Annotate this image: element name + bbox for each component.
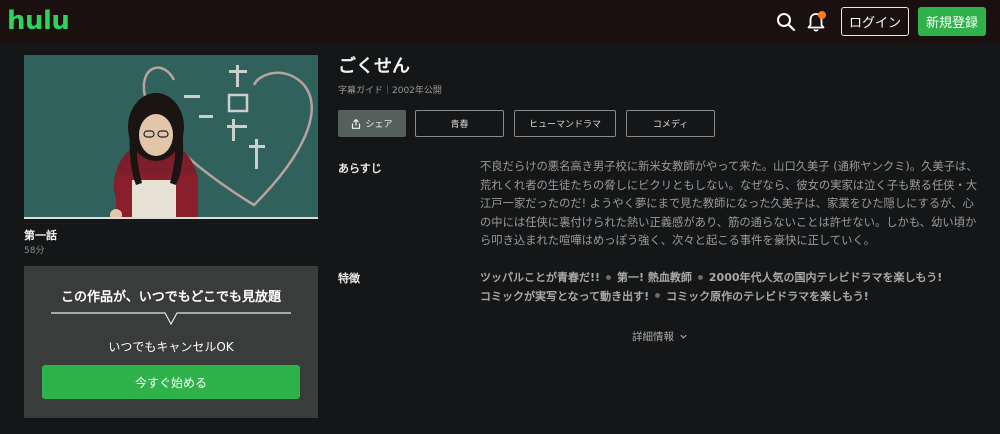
separator-dot <box>697 274 703 280</box>
show-title: ごくせん <box>338 56 410 77</box>
features-label: 特徴 <box>338 272 360 285</box>
synopsis-text: 不良だらけの悪名高き男子校に新米女教師がやって来た。山口久美子 (通称ヤンクミ)… <box>480 160 978 247</box>
start-now-button[interactable]: 今すぐ始める <box>42 365 300 399</box>
features-list: ツッパルことが青春だ!! 第一! 熱血教師 2000年代人気の国内テレビドラマを楽し… <box>480 269 985 306</box>
genre-tag[interactable]: ヒューマンドラマ <box>514 110 616 137</box>
chevron-down-icon <box>680 334 687 339</box>
more-info-label: 詳細情報 <box>632 331 674 343</box>
genre-tag[interactable]: 青春 <box>415 110 504 137</box>
feature-item: 第一! 熱血教師 <box>617 271 692 284</box>
subscription-promo: この作品が、いつでもどこでも見放題 いつでもキャンセルOK 今すぐ始める <box>24 266 318 418</box>
thumbnail-illustration <box>24 55 318 217</box>
feature-item: コミック原作のテレビドラマを楽しもう! <box>666 289 869 303</box>
separator-dot <box>655 293 661 298</box>
promo-title: この作品が、いつでもどこでも見放題 <box>60 290 282 305</box>
login-button[interactable]: ログイン <box>841 7 909 36</box>
signup-button[interactable]: 新規登録 <box>918 7 986 36</box>
separator-dot <box>606 274 612 280</box>
speech-bubble-divider <box>51 312 291 326</box>
share-label: シェア <box>365 120 393 130</box>
search-icon[interactable] <box>776 12 796 32</box>
episode-thumbnail[interactable] <box>24 55 318 219</box>
top-header: hulu ログイン 新規登録 <box>0 0 1000 44</box>
hulu-logo[interactable]: hulu <box>7 6 70 36</box>
episode-title[interactable]: 第一話 <box>24 227 57 243</box>
feature-item: 2000年代人気の国内テレビドラマを楽しもう! <box>708 271 943 284</box>
genre-tag[interactable]: コメディ <box>626 110 715 137</box>
feature-item: ツッパルことが青春だ!! <box>480 271 601 284</box>
synopsis-label: あらすじ <box>338 162 382 175</box>
share-button[interactable]: シェア <box>338 110 406 137</box>
notification-badge <box>818 11 826 19</box>
share-icon <box>352 118 361 129</box>
feature-item: コミックが実写となって動き出す! <box>480 289 650 303</box>
episode-duration: 58分 <box>24 246 45 256</box>
show-meta: 字幕ガイド｜2002年公開 <box>338 86 442 96</box>
promo-subtitle: いつでもキャンセルOK <box>108 340 234 354</box>
more-info-toggle[interactable]: 詳細情報 <box>632 329 688 344</box>
